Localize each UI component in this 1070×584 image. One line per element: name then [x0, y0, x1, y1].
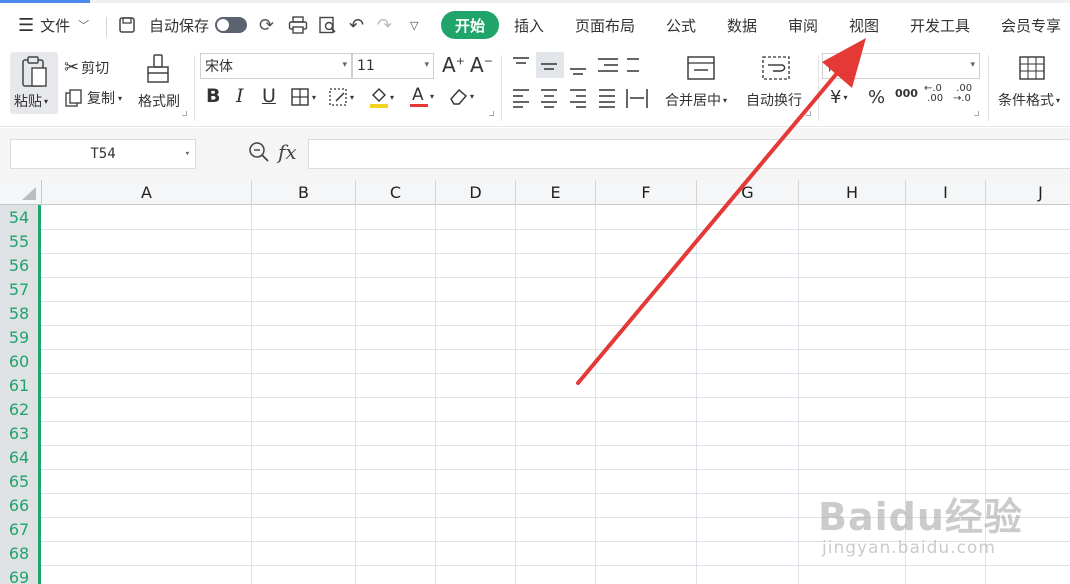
- annotation-arrow: [576, 38, 866, 385]
